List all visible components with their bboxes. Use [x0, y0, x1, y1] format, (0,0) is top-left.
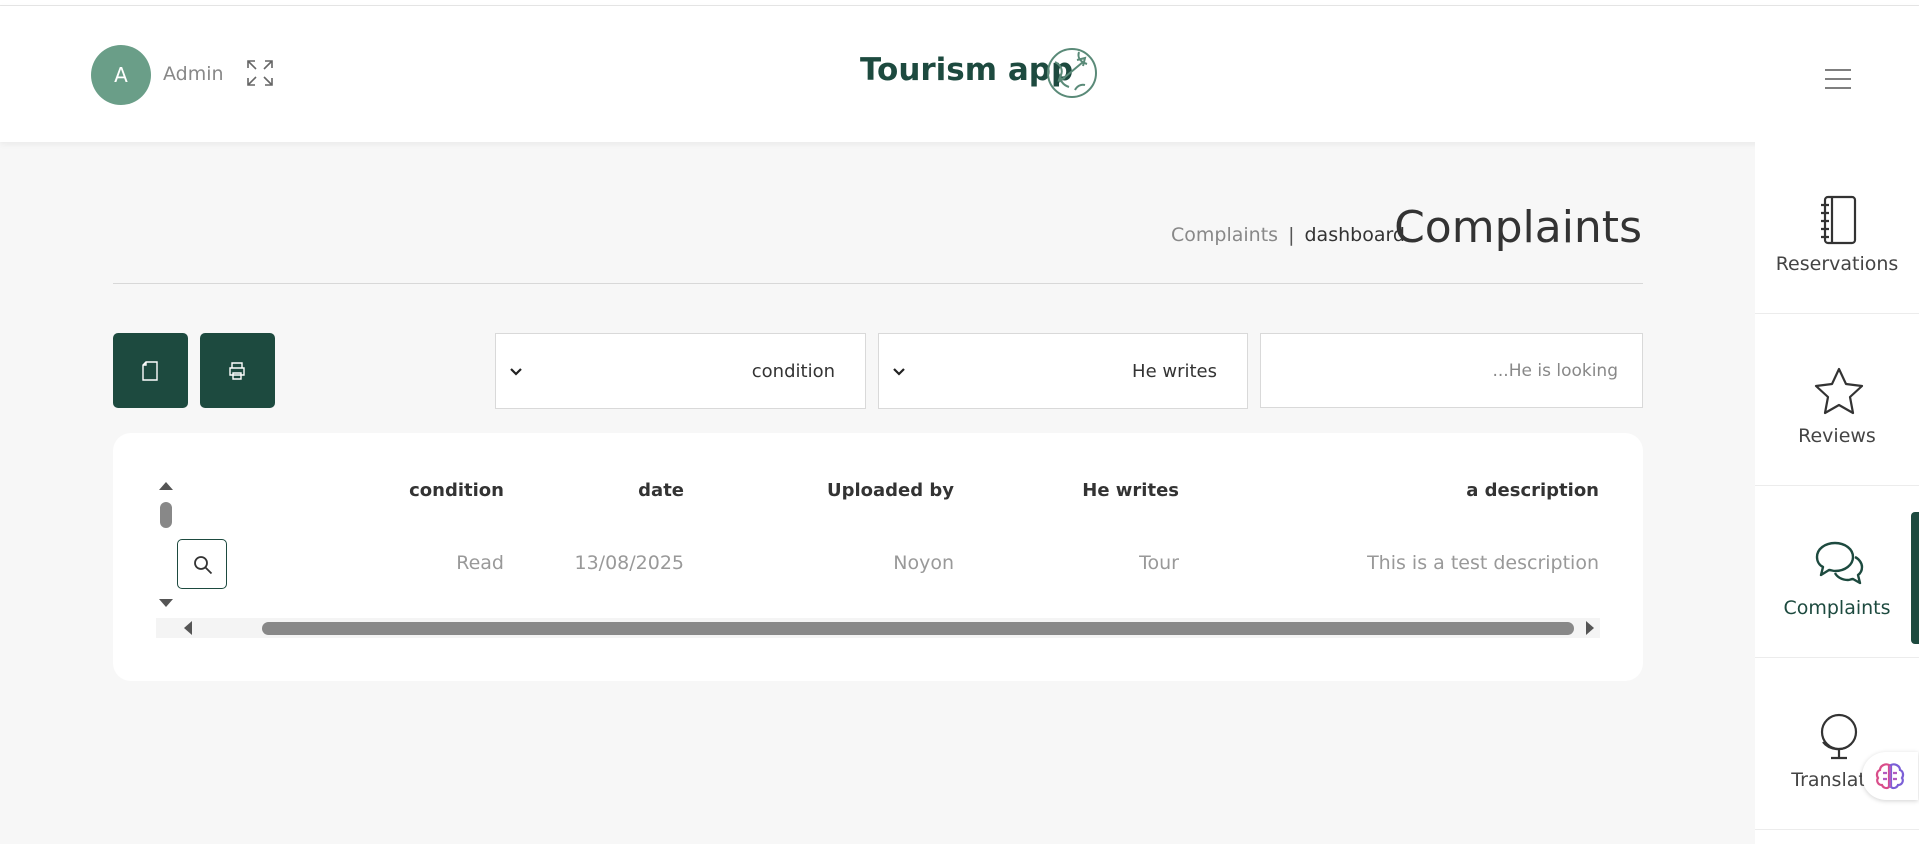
breadcrumb-link-complaints[interactable]: Complaints [1171, 224, 1278, 246]
chat-bubbles-icon [1815, 541, 1864, 585]
cell-condition: Read [456, 552, 504, 574]
divider [113, 283, 1643, 284]
app-title: Tourism app [860, 52, 1074, 88]
app-header: A Admin Tourism app [0, 6, 1919, 142]
column-header-uploaded-by[interactable]: Uploaded by [827, 480, 954, 501]
fullscreen-icon[interactable] [246, 59, 274, 87]
sidebar-item-label: Reviews [1798, 425, 1876, 447]
printer-icon [229, 362, 245, 380]
file-icon [142, 361, 158, 381]
ai-assistant-button[interactable] [1862, 752, 1918, 800]
star-icon [1814, 367, 1864, 415]
condition-select-value: condition [751, 361, 835, 382]
writes-select-value: He writes [1132, 361, 1217, 382]
scroll-down-arrow[interactable] [159, 599, 173, 607]
horizontal-scrollbar-thumb[interactable] [262, 622, 1574, 635]
column-header-writes[interactable]: He writes [1082, 480, 1179, 501]
sidebar-item-reviews[interactable]: Reviews [1755, 314, 1919, 486]
chevron-down-icon [510, 368, 522, 376]
writes-select[interactable]: He writes [878, 333, 1248, 409]
avatar[interactable]: A [91, 45, 151, 105]
sidebar-item-label: Complaints [1783, 597, 1891, 619]
vertical-scrollbar-thumb[interactable] [160, 502, 172, 528]
search-icon [194, 556, 213, 575]
menu-icon[interactable] [1824, 68, 1852, 90]
scroll-right-arrow[interactable] [1586, 621, 1594, 635]
cell-description: This is a test description [1367, 552, 1599, 574]
column-header-description[interactable]: a description [1466, 480, 1599, 501]
sidebar-item-label: Reservations [1775, 253, 1899, 275]
active-indicator [1911, 512, 1919, 644]
page-title: Complaints [1394, 202, 1642, 253]
cell-uploaded-by: Noyon [893, 552, 954, 574]
user-name: Admin [163, 63, 224, 85]
column-header-condition[interactable]: condition [409, 480, 504, 501]
scroll-left-arrow[interactable] [184, 621, 192, 635]
breadcrumb-current[interactable]: dashboard [1304, 224, 1405, 246]
sidebar-item-translation[interactable]: Translatio [1755, 658, 1919, 830]
export-file-button[interactable] [113, 333, 188, 408]
condition-select[interactable]: condition [495, 333, 866, 409]
sidebar-item-reservations[interactable]: Reservations [1755, 142, 1919, 314]
scroll-up-arrow[interactable] [159, 482, 173, 490]
cell-date: 13/08/2025 [574, 552, 684, 574]
chevron-down-icon [893, 368, 905, 376]
print-button[interactable] [200, 333, 275, 408]
sidebar-item-complaints[interactable]: Complaints [1755, 486, 1919, 658]
breadcrumb-separator: | [1288, 224, 1295, 246]
search-input[interactable] [1260, 333, 1643, 408]
notebook-icon [1821, 195, 1857, 245]
breadcrumb: Complaints | dashboard [1171, 224, 1405, 246]
brain-icon [1875, 763, 1905, 790]
globe-stand-icon [1820, 713, 1858, 760]
globe-plane-logo-icon [1047, 48, 1097, 98]
cell-writes: Tour [1139, 552, 1179, 574]
sidebar: Reservations Reviews Complaints Translat… [1755, 142, 1919, 844]
view-row-button[interactable] [177, 539, 227, 589]
column-header-date[interactable]: date [638, 480, 684, 501]
